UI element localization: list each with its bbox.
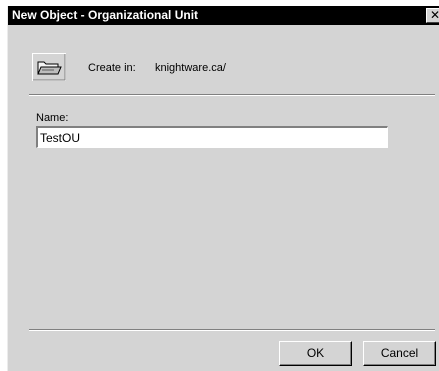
close-button[interactable]: ✕ (426, 8, 439, 23)
close-icon: ✕ (430, 9, 439, 22)
create-in-path: knightware.ca/ (155, 62, 226, 74)
name-input[interactable]: TestOU (36, 126, 388, 148)
create-in-label: Create in: (88, 62, 136, 74)
new-object-dialog: New Object - Organizational Unit ✕ Creat… (7, 6, 439, 371)
organizational-unit-folder-icon (32, 53, 66, 81)
title-bar[interactable]: New Object - Organizational Unit ✕ (8, 6, 439, 25)
cancel-button[interactable]: Cancel (363, 341, 436, 366)
ok-button[interactable]: OK (279, 341, 352, 366)
header-divider (29, 94, 435, 96)
name-label: Name: (36, 112, 69, 124)
window-title: New Object - Organizational Unit (12, 8, 199, 22)
footer-divider (29, 329, 435, 331)
